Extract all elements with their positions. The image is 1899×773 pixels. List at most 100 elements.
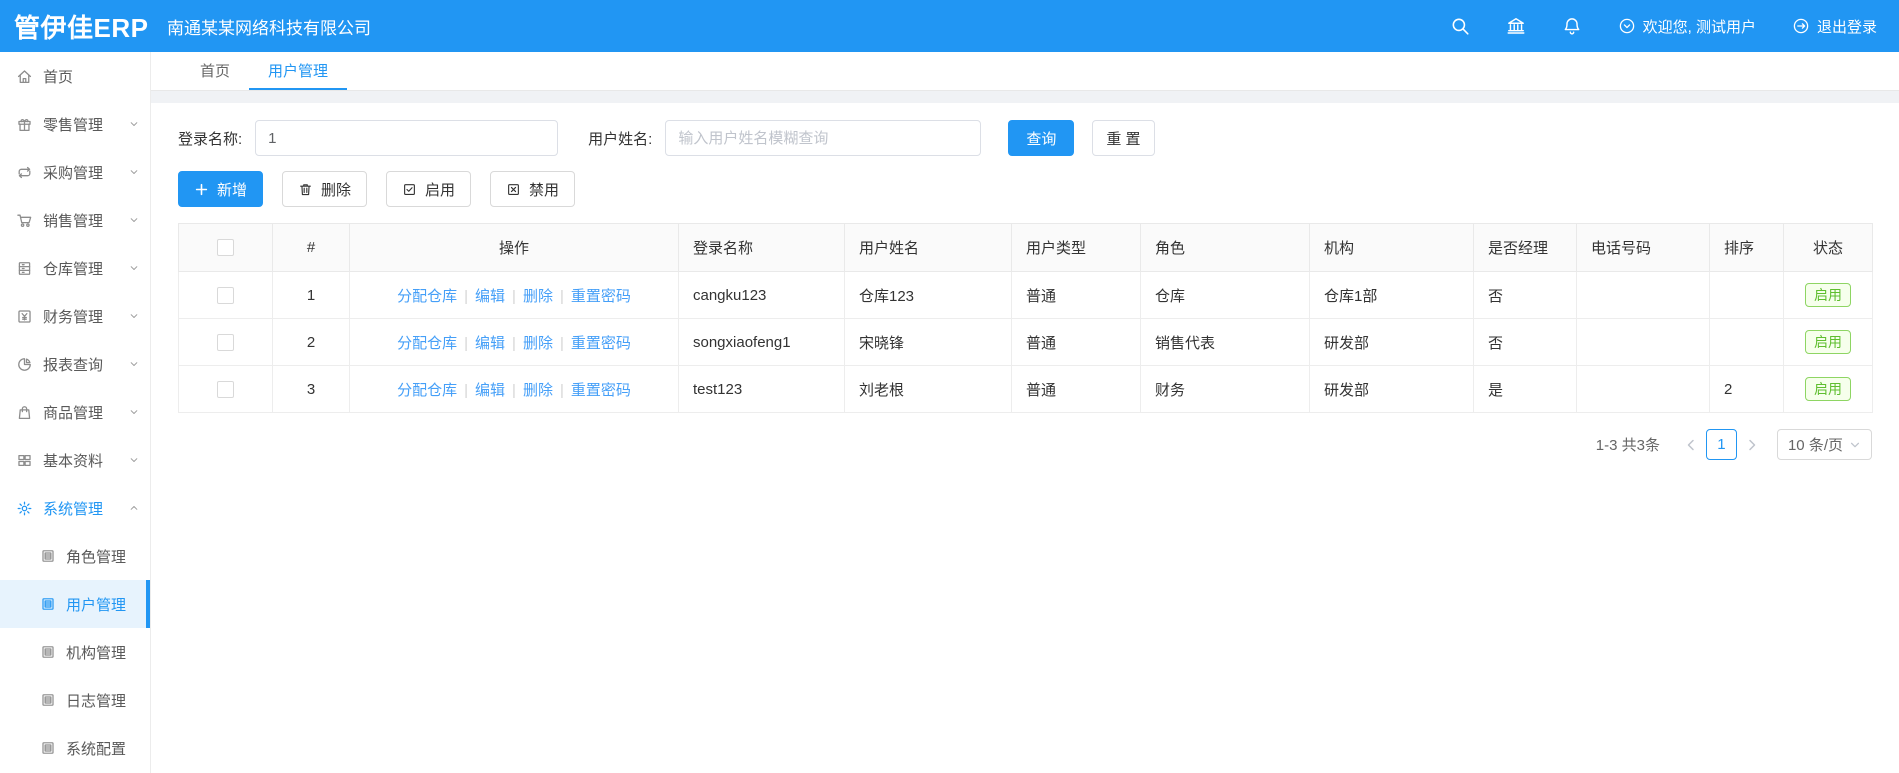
reset-button[interactable]: 重 置: [1092, 120, 1155, 156]
sidebar-item-2[interactable]: 采购管理: [0, 148, 150, 196]
doc-icon: [40, 740, 56, 756]
user-menu[interactable]: 欢迎您, 测试用户: [1618, 16, 1756, 37]
action-link-0[interactable]: 分配仓库: [397, 382, 457, 399]
sidebar-item-label: 销售管理: [43, 212, 104, 230]
cell-role: 销售代表: [1140, 318, 1310, 366]
login-name-label: 登录名称:: [178, 130, 243, 148]
row-checkbox[interactable]: [217, 380, 234, 398]
login-name-input[interactable]: [255, 120, 559, 156]
finance-icon: [16, 308, 33, 325]
cell-is_manager: 否: [1473, 271, 1577, 319]
cell-login_name: test123: [678, 365, 845, 413]
sidebar-item-0[interactable]: 首页: [0, 52, 150, 100]
prev-page-icon[interactable]: [1684, 438, 1698, 452]
chevron-down-icon: [128, 166, 140, 178]
action-link-3[interactable]: 重置密码: [571, 288, 631, 305]
action-link-1[interactable]: 编辑: [475, 382, 505, 399]
doc-icon: [40, 692, 56, 708]
user-name-input[interactable]: [665, 120, 982, 156]
tab-1[interactable]: 用户管理: [249, 52, 348, 90]
bank-icon[interactable]: [1506, 16, 1526, 36]
action-link-3[interactable]: 重置密码: [571, 382, 631, 399]
sidebar-subitem-9-2[interactable]: 机构管理: [0, 628, 150, 676]
action-link-2[interactable]: 删除: [523, 382, 553, 399]
chevron-up-icon: [128, 502, 140, 514]
status-badge[interactable]: 启用: [1805, 376, 1851, 402]
column-header: 排序: [1709, 223, 1784, 272]
main-area: 首页用户管理 登录名称: 用户姓名: 查询 重 置 新增 删除: [151, 52, 1899, 773]
table-row: 2 分配仓库 | 编辑 | 删除 | 重置密码 songxiaofeng1 宋晓锋 普通 销售代表 研发…: [178, 318, 1873, 366]
cell-login_name: cangku123: [678, 271, 845, 319]
sidebar-subitem-9-0[interactable]: 角色管理: [0, 532, 150, 580]
column-header: 机构: [1309, 223, 1474, 272]
cell-login_name: songxiaofeng1: [678, 318, 845, 366]
sidebar-item-3[interactable]: 销售管理: [0, 196, 150, 244]
status-badge[interactable]: 启用: [1805, 329, 1851, 355]
action-link-0[interactable]: 分配仓库: [397, 288, 457, 305]
sidebar-subitem-9-4[interactable]: 系统配置: [0, 724, 150, 772]
sidebar-subitem-label: 机构管理: [66, 644, 127, 662]
sidebar-subitem-label: 用户管理: [66, 596, 127, 614]
select-all-checkbox[interactable]: [217, 239, 234, 257]
status-badge[interactable]: 启用: [1805, 282, 1851, 308]
sidebar-item-5[interactable]: 财务管理: [0, 292, 150, 340]
page-size-select[interactable]: 10 条/页: [1776, 429, 1872, 460]
sidebar-subitem-label: 日志管理: [66, 692, 127, 710]
sidebar-subitem-9-3[interactable]: 日志管理: [0, 676, 150, 724]
enable-button[interactable]: 启用: [386, 171, 472, 207]
action-link-3[interactable]: 重置密码: [571, 335, 631, 352]
actions-cell: 分配仓库 | 编辑 | 删除 | 重置密码: [349, 365, 679, 413]
sidebar-subitem-9-1[interactable]: 用户管理: [0, 580, 150, 628]
cell-phone: [1576, 365, 1710, 413]
doc-icon: [40, 644, 56, 660]
sidebar-item-7[interactable]: 商品管理: [0, 388, 150, 436]
company-name: 南通某某网络科技有限公司: [167, 18, 371, 38]
column-header: 用户姓名: [844, 223, 1012, 272]
page-number-button[interactable]: 1: [1705, 429, 1737, 460]
cell-sort: [1709, 271, 1784, 319]
row-checkbox[interactable]: [217, 286, 234, 304]
action-link-2[interactable]: 删除: [523, 335, 553, 352]
cell-user_name: 宋晓锋: [844, 318, 1012, 366]
column-header: 登录名称: [678, 223, 845, 272]
logout-button[interactable]: 退出登录: [1792, 16, 1877, 37]
cell-role: 财务: [1140, 365, 1310, 413]
tab-0[interactable]: 首页: [181, 52, 249, 90]
row-checkbox[interactable]: [217, 333, 234, 351]
search-icon[interactable]: [1450, 16, 1470, 36]
sidebar-item-6[interactable]: 报表查询: [0, 340, 150, 388]
action-link-0[interactable]: 分配仓库: [397, 335, 457, 352]
sidebar-item-label: 采购管理: [43, 164, 104, 182]
sidebar-item-label: 零售管理: [43, 116, 104, 134]
check-square-icon: [404, 183, 415, 195]
action-link-1[interactable]: 编辑: [475, 335, 505, 352]
cell-phone: [1576, 271, 1710, 319]
disable-button[interactable]: 禁用: [490, 171, 576, 207]
trash-icon: [300, 183, 311, 195]
delete-button[interactable]: 删除: [282, 171, 368, 207]
bell-icon[interactable]: [1562, 16, 1582, 36]
sidebar-item-label: 商品管理: [43, 404, 104, 422]
sidebar-item-9[interactable]: 系统管理: [0, 484, 150, 532]
cell-org: 研发部: [1309, 318, 1474, 366]
column-header: 操作: [349, 223, 679, 272]
sidebar-item-8[interactable]: 基本资料: [0, 436, 150, 484]
action-link-1[interactable]: 编辑: [475, 288, 505, 305]
sidebar-item-label: 财务管理: [43, 308, 104, 326]
next-page-icon[interactable]: [1745, 438, 1759, 452]
doc-icon: [40, 596, 56, 612]
search-button[interactable]: 查询: [1008, 120, 1075, 156]
cell-org: 研发部: [1309, 365, 1474, 413]
column-header: #: [272, 223, 350, 272]
sidebar-item-1[interactable]: 零售管理: [0, 100, 150, 148]
plus-icon: [195, 183, 208, 195]
tab-bar: 首页 用户管理: [151, 52, 1899, 91]
action-link-2[interactable]: 删除: [523, 288, 553, 305]
cell-user_type: 普通: [1011, 271, 1141, 319]
sidebar-item-label: 系统管理: [43, 500, 104, 518]
pagination: 1-3 共3条 1 10 条/页: [178, 429, 1872, 460]
cell-is_manager: 否: [1473, 318, 1577, 366]
sidebar-item-4[interactable]: 仓库管理: [0, 244, 150, 292]
add-button[interactable]: 新增: [178, 171, 264, 207]
cell-user_name: 刘老根: [844, 365, 1012, 413]
